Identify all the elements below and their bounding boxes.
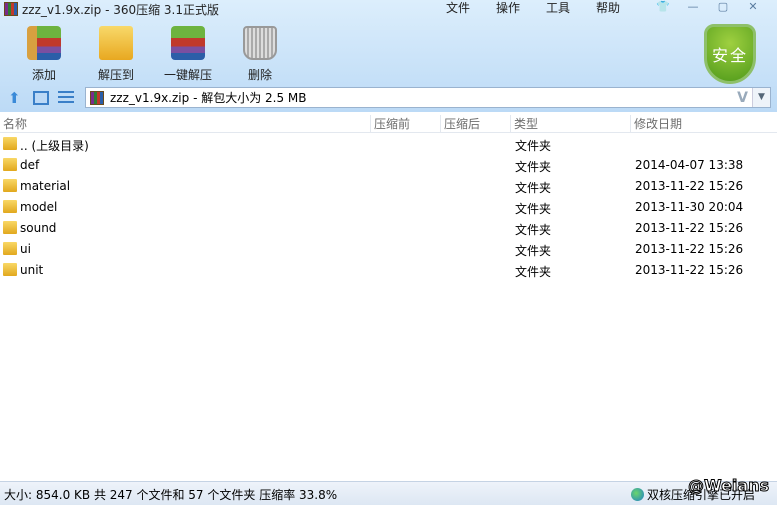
file-name: def xyxy=(20,158,40,172)
table-row[interactable]: sound 文件夹 2013-11-22 15:26 xyxy=(0,218,777,239)
menu-file[interactable]: 文件 xyxy=(446,0,496,16)
folder-icon xyxy=(3,179,17,192)
extract-to-label: 解压到 xyxy=(97,68,134,82)
skin-shirt-icon[interactable]: 👕 xyxy=(648,0,678,16)
folder-icon xyxy=(3,200,17,213)
zip-archive-icon xyxy=(90,90,104,105)
folder-icon xyxy=(3,221,17,234)
file-name: model xyxy=(20,200,58,214)
file-type: 文件夹 xyxy=(515,202,552,216)
file-type: 文件夹 xyxy=(515,223,552,237)
column-original-size[interactable]: 压缩前 xyxy=(370,115,410,132)
file-date: 2013-11-22 15:26 xyxy=(635,242,744,256)
title-toolbar-area: zzz_v1.9x.zip - 360压缩 3.1正式版 文件 操作 工具 帮助… xyxy=(0,0,777,112)
folder-icon xyxy=(3,137,17,150)
address-input[interactable]: zzz_v1.9x.zip - 解包大小为 2.5 MB V ▼ xyxy=(85,87,771,108)
add-button[interactable]: 添加 xyxy=(10,26,78,83)
column-name[interactable]: 名称 xyxy=(0,115,27,132)
file-name: unit xyxy=(20,263,44,277)
column-header: 名称 压缩前 压缩后 类型 修改日期 xyxy=(0,112,777,133)
maximize-button[interactable]: ▢ xyxy=(708,0,738,16)
file-date: 2013-11-30 20:04 xyxy=(635,200,744,214)
menu-help[interactable]: 帮助 xyxy=(596,0,646,16)
trash-icon xyxy=(243,26,277,60)
toolbar: 添加 解压到 一键解压 删除 xyxy=(10,26,298,83)
status-summary: 大小: 854.0 KB 共 247 个文件和 57 个文件夹 压缩率 33.8… xyxy=(4,488,338,502)
address-text: zzz_v1.9x.zip - 解包大小为 2.5 MB xyxy=(110,91,307,105)
table-row[interactable]: unit 文件夹 2013-11-22 15:26 xyxy=(0,260,777,281)
file-type: 文件夹 xyxy=(515,181,552,195)
delete-button[interactable]: 删除 xyxy=(226,26,294,83)
column-compressed-size[interactable]: 压缩后 xyxy=(440,115,480,132)
folder-icon xyxy=(3,158,17,171)
file-type: 文件夹 xyxy=(515,244,552,258)
minimize-button[interactable]: — xyxy=(678,0,708,16)
column-modified[interactable]: 修改日期 xyxy=(630,115,682,132)
file-date: 2013-11-22 15:26 xyxy=(635,263,744,277)
file-date: 2013-11-22 15:26 xyxy=(635,221,744,235)
menu-tools[interactable]: 工具 xyxy=(546,0,596,16)
window-title-text: zzz_v1.9x.zip - 360压缩 3.1正式版 xyxy=(22,2,220,17)
file-name: material xyxy=(20,179,71,193)
status-bar: 大小: 854.0 KB 共 247 个文件和 57 个文件夹 压缩率 33.8… xyxy=(0,481,777,505)
close-button[interactable]: ✕ xyxy=(738,0,768,16)
table-row[interactable]: material 文件夹 2013-11-22 15:26 xyxy=(0,176,777,197)
thumbnail-view-icon[interactable] xyxy=(33,91,49,105)
engine-logo-icon xyxy=(631,488,644,501)
one-click-extract-button[interactable]: 一键解压 xyxy=(154,26,222,83)
list-view-icon[interactable] xyxy=(58,91,74,105)
menu-bar: 文件 操作 工具 帮助 xyxy=(446,0,646,16)
address-bar: ⬆ zzz_v1.9x.zip - 解包大小为 2.5 MB V ▼ xyxy=(0,86,777,110)
extract-to-button[interactable]: 解压到 xyxy=(82,26,150,83)
file-name: sound xyxy=(20,221,57,235)
up-arrow-icon[interactable]: ⬆ xyxy=(8,91,24,106)
watermark: @Weians xyxy=(687,476,770,496)
extract-to-icon xyxy=(99,26,133,60)
file-date: 2014-04-07 13:38 xyxy=(635,158,744,172)
file-name: ui xyxy=(20,242,31,256)
folder-icon xyxy=(3,263,17,276)
file-type: 文件夹 xyxy=(515,139,552,153)
zip-archive-icon xyxy=(4,2,18,16)
file-name: .. (上级目录) xyxy=(20,139,89,153)
table-row[interactable]: def 文件夹 2014-04-07 13:38 xyxy=(0,155,777,176)
file-list: .. (上级目录) 文件夹 def 文件夹 2014-04-07 13:38 mate… xyxy=(0,134,777,281)
menu-operate[interactable]: 操作 xyxy=(496,0,546,16)
file-type: 文件夹 xyxy=(515,160,552,174)
column-type[interactable]: 类型 xyxy=(510,115,538,132)
folder-icon xyxy=(3,242,17,255)
delete-label: 删除 xyxy=(247,68,272,82)
verify-icon[interactable]: V xyxy=(737,90,748,106)
add-archive-icon xyxy=(27,26,61,60)
add-label: 添加 xyxy=(31,68,56,82)
table-row[interactable]: model 文件夹 2013-11-30 20:04 xyxy=(0,197,777,218)
window-title: zzz_v1.9x.zip - 360压缩 3.1正式版 xyxy=(4,0,219,18)
table-row-parent[interactable]: .. (上级目录) 文件夹 xyxy=(0,134,777,155)
one-click-extract-icon xyxy=(171,26,205,60)
dropdown-arrow-icon[interactable]: ▼ xyxy=(752,88,770,107)
one-click-extract-label: 一键解压 xyxy=(163,68,212,82)
table-row[interactable]: ui 文件夹 2013-11-22 15:26 xyxy=(0,239,777,260)
file-type: 文件夹 xyxy=(515,265,552,279)
security-shield-badge[interactable]: 安全 xyxy=(704,24,756,84)
file-date: 2013-11-22 15:26 xyxy=(635,179,744,193)
